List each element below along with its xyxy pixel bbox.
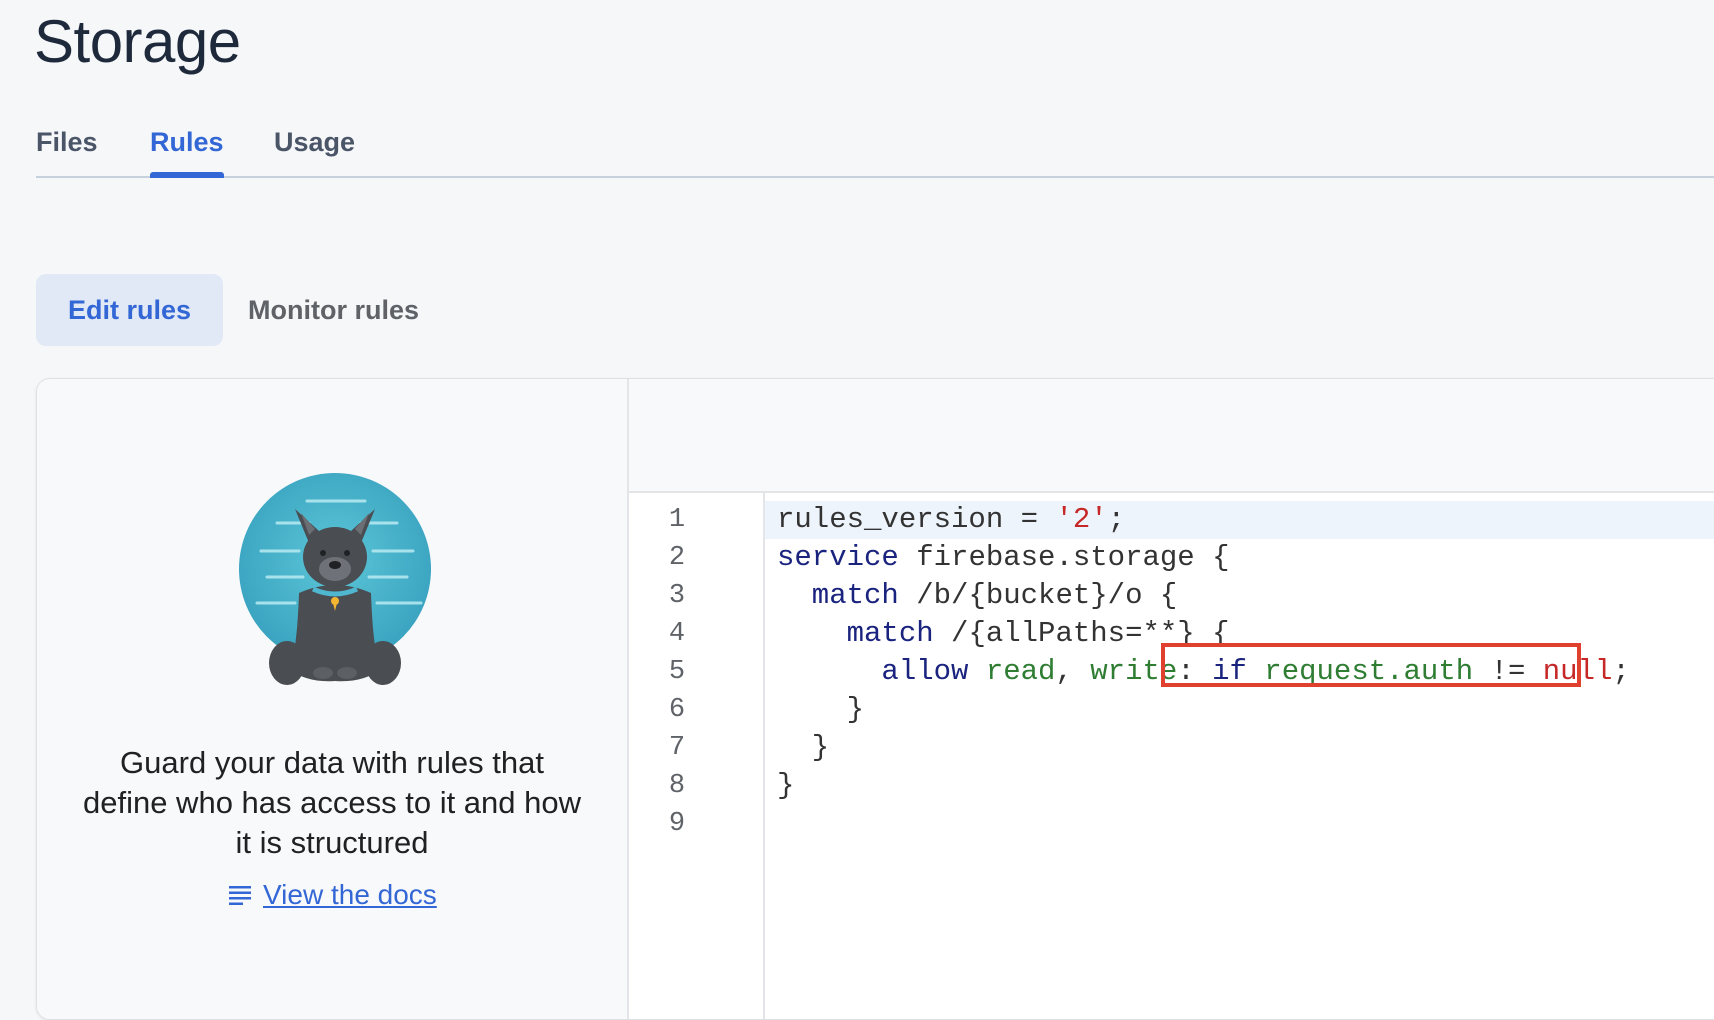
line-number: 4 <box>668 619 686 649</box>
line-number: 5 <box>668 657 686 687</box>
code-token: allow <box>777 655 969 688</box>
rules-card: Guard your data with rules that define w… <box>36 378 1714 1020</box>
line-number: 3 <box>668 581 686 611</box>
dog-mascot-icon <box>239 473 431 685</box>
code-token: } <box>777 731 830 764</box>
code-line: match /b/{bucket}/o { <box>777 577 1177 615</box>
code-token: , <box>1055 655 1091 688</box>
code-token: match <box>777 579 899 612</box>
line-number: 8 <box>668 771 686 801</box>
edit-rules-button[interactable]: Edit rules <box>36 274 224 346</box>
monitor-rules-button[interactable]: Monitor rules <box>216 274 451 346</box>
code-token: } <box>777 769 795 802</box>
code-token: rules_version = <box>777 503 1056 536</box>
tab-files[interactable]: Files <box>36 122 98 176</box>
line-number: 1 <box>668 505 686 535</box>
line-number: 2 <box>668 543 686 573</box>
view-docs-link[interactable]: View the docs <box>227 879 437 911</box>
line-number-gutter: 1 2 3 4 5 6 7 8 9 <box>629 493 765 1019</box>
code-token: read <box>968 655 1056 688</box>
code-token: match <box>777 617 934 650</box>
code-token: service <box>777 541 899 574</box>
code-token: /b/{bucket}/o { <box>898 579 1178 612</box>
code-line: service firebase.storage { <box>777 539 1229 577</box>
code-area[interactable]: rules_version = '2'; service firebase.sto… <box>765 493 1714 1019</box>
tab-usage[interactable]: Usage <box>274 122 355 176</box>
rules-description: Guard your data with rules that define w… <box>82 745 582 860</box>
editor-toolbar <box>629 379 1714 493</box>
line-number: 7 <box>668 733 686 763</box>
tab-rules[interactable]: Rules <box>150 122 224 178</box>
code-line: } <box>777 691 864 729</box>
code-token: } <box>777 693 865 726</box>
auth-condition-highlight <box>1161 643 1581 687</box>
document-lines-icon <box>229 886 251 905</box>
line-number: 6 <box>668 695 686 725</box>
code-line: } <box>777 729 829 767</box>
code-token: ; <box>1612 655 1630 688</box>
line-number: 9 <box>668 809 686 839</box>
main-tabs: Files Rules Usage <box>36 112 1714 178</box>
code-line: } <box>777 767 794 805</box>
info-panel: Guard your data with rules that define w… <box>37 379 629 1019</box>
code-token: '2' <box>1055 503 1108 536</box>
view-docs-label: View the docs <box>263 879 437 910</box>
page-title: Storage <box>34 8 241 75</box>
rules-code-editor[interactable]: 123456789 rules_version = '2'; service fi… <box>629 493 1714 1019</box>
code-token: firebase.storage { <box>898 541 1230 574</box>
code-line: rules_version = '2'; <box>777 501 1125 539</box>
code-token: ; <box>1107 503 1126 536</box>
